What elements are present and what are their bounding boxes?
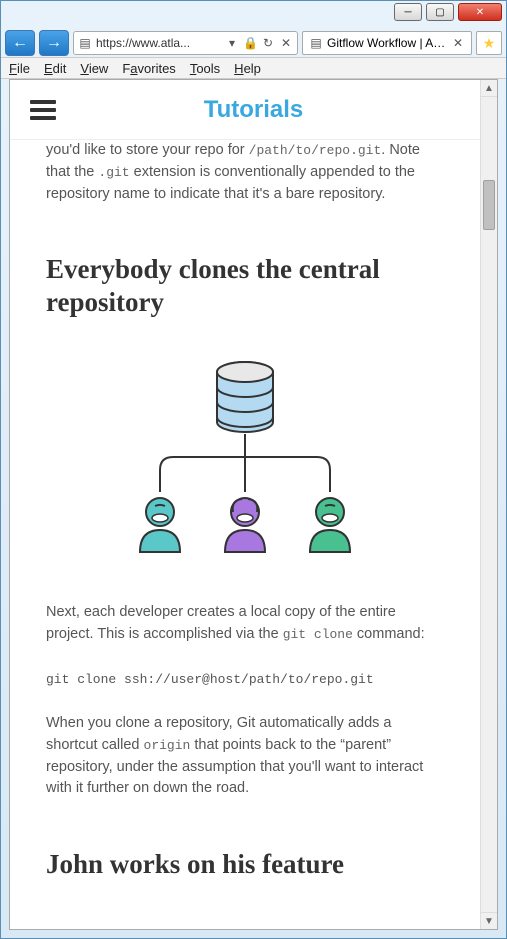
dropdown-icon[interactable]: ▾ <box>225 36 239 50</box>
clone-command-block: git clone ssh://user@host/path/to/repo.g… <box>46 670 444 690</box>
menu-tools[interactable]: Tools <box>190 61 220 76</box>
article-content: you'd like to store your repo for /path/… <box>10 140 480 929</box>
code-repo-path: /path/to/repo.git <box>249 143 382 158</box>
window-maximize-button[interactable]: ▢ <box>426 3 454 21</box>
page-viewport: Tutorials you'd like to store your repo … <box>9 79 498 930</box>
address-bar[interactable]: ▤ https://www.atla... ▾ 🔒 ↻ ✕ <box>73 31 298 55</box>
forward-button[interactable]: → <box>39 30 69 56</box>
stop-icon[interactable]: ✕ <box>279 36 293 50</box>
favorites-button[interactable]: ★ <box>476 31 502 55</box>
scroll-down-icon[interactable]: ▼ <box>481 912 497 929</box>
code-git-clone: git clone <box>283 627 353 642</box>
clone-paragraph-1: Next, each developer creates a local cop… <box>46 602 444 646</box>
clone-paragraph-2: When you clone a repository, Git automat… <box>46 713 444 800</box>
clone-illustration <box>46 342 444 582</box>
window-close-button[interactable]: ✕ <box>458 3 502 21</box>
menu-file[interactable]: File <box>9 61 30 76</box>
scroll-up-icon[interactable]: ▲ <box>481 80 497 97</box>
menu-bar: File Edit View Favorites Tools Help <box>1 57 506 79</box>
vertical-scrollbar[interactable]: ▲ ▼ <box>480 80 497 929</box>
browser-tab[interactable]: ▤ Gitflow Workflow | Atl... ✕ <box>302 31 472 55</box>
code-git-ext: .git <box>98 165 129 180</box>
browser-toolbar: ← → ▤ https://www.atla... ▾ 🔒 ↻ ✕ ▤ Gitf… <box>1 29 506 57</box>
menu-help[interactable]: Help <box>234 61 261 76</box>
code-origin: origin <box>144 738 191 753</box>
site-header: Tutorials <box>10 80 497 140</box>
browser-window: ─ ▢ ✕ ← → ▤ https://www.atla... ▾ 🔒 ↻ ✕ … <box>0 0 507 939</box>
window-minimize-button[interactable]: ─ <box>394 3 422 21</box>
heading-clone-central: Everybody clones the central repository <box>46 253 444 318</box>
menu-favorites[interactable]: Favorites <box>122 61 175 76</box>
intro-paragraph: you'd like to store your repo for /path/… <box>46 140 444 205</box>
heading-john-feature: John works on his feature <box>46 848 444 880</box>
menu-view[interactable]: View <box>80 61 108 76</box>
window-titlebar: ─ ▢ ✕ <box>1 1 506 29</box>
tab-close-icon[interactable]: ✕ <box>451 36 465 50</box>
site-favicon-icon: ▤ <box>78 36 92 50</box>
tab-favicon-icon: ▤ <box>309 36 323 50</box>
site-title[interactable]: Tutorials <box>30 96 477 124</box>
tab-title: Gitflow Workflow | Atl... <box>327 36 447 50</box>
refresh-icon[interactable]: ↻ <box>261 36 275 50</box>
lock-icon: 🔒 <box>243 36 257 50</box>
back-button[interactable]: ← <box>5 30 35 56</box>
scroll-thumb[interactable] <box>483 180 495 230</box>
menu-edit[interactable]: Edit <box>44 61 66 76</box>
url-text: https://www.atla... <box>96 36 221 50</box>
